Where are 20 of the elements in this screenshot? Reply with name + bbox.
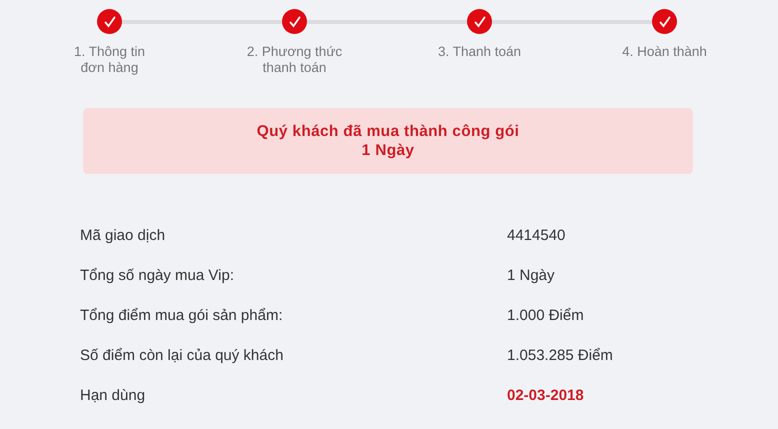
- detail-value: 4414540: [507, 226, 566, 245]
- step-label: 1. Thông tin đơn hàng: [74, 44, 146, 76]
- detail-label: Hạn dùng: [80, 386, 146, 405]
- detail-value: 1 Ngày: [507, 266, 556, 285]
- step-label: 4. Hoàn thành: [622, 44, 707, 60]
- success-message: Quý khách đã mua thành công gói: [256, 122, 520, 141]
- detail-value: 02-03-2018: [507, 386, 585, 405]
- detail-value: 1.053.285 Điểm: [507, 346, 614, 365]
- check-icon: [288, 16, 300, 28]
- detail-label: Số điểm còn lại của quý khách: [80, 346, 284, 365]
- step-label: 2. Phương thức thanh toán: [246, 44, 342, 76]
- check-icon: [474, 16, 486, 28]
- detail-label: Mã giao dịch: [80, 226, 166, 245]
- detail-label: Tổng số ngày mua Vip:: [80, 266, 235, 285]
- package-name: 1 Ngày: [362, 141, 414, 160]
- step-label: 3. Thanh toán: [438, 44, 522, 60]
- detail-label: Tổng điểm mua gói sản phẩm:: [80, 306, 284, 325]
- detail-value: 1.000 Điểm: [507, 306, 585, 325]
- check-icon: [104, 16, 116, 28]
- check-icon: [658, 16, 670, 28]
